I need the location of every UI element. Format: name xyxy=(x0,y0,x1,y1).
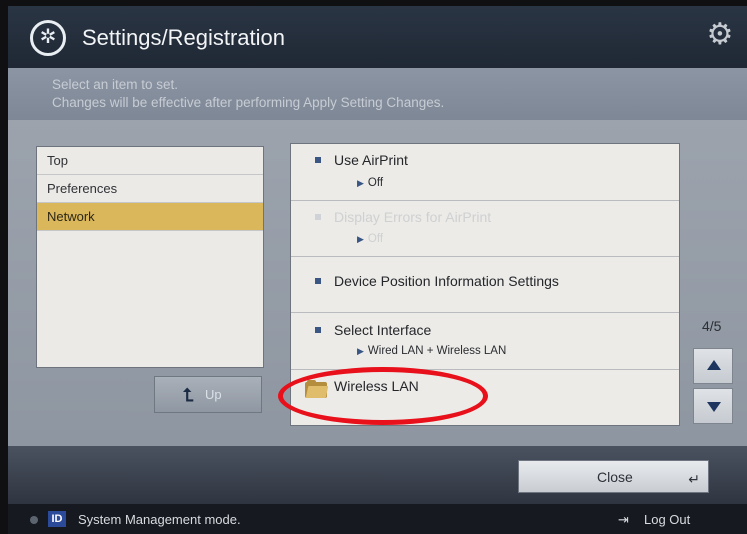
status-dot-icon xyxy=(30,516,38,524)
item-title: Use AirPrint xyxy=(334,152,408,168)
nav-item-top[interactable]: Top xyxy=(37,147,263,175)
category-nav: Top Preferences Network xyxy=(36,146,264,368)
up-button-label: Up xyxy=(205,387,222,402)
list-item-display-errors-airprint: Display Errors for AirPrint ▶ Off xyxy=(291,201,679,257)
nav-item-network[interactable]: Network xyxy=(37,203,263,231)
logout-button[interactable]: Log Out xyxy=(644,512,690,527)
instruction-banner: Select an item to set. Changes will be e… xyxy=(8,68,747,120)
bullet-icon xyxy=(315,327,321,333)
nav-item-preferences[interactable]: Preferences xyxy=(37,175,263,203)
value-arrow-icon: ▶ xyxy=(357,346,364,356)
logout-icon[interactable]: ⇥ xyxy=(618,512,629,528)
value-arrow-icon: ▶ xyxy=(357,178,364,188)
bullet-icon xyxy=(315,214,321,220)
item-value: ▶ Wired LAN + Wireless LAN xyxy=(357,345,507,357)
item-title: Device Position Information Settings xyxy=(334,273,559,289)
gear-icon[interactable]: ⚙ xyxy=(705,20,735,50)
instruction-line-1: Select an item to set. xyxy=(52,77,179,92)
up-arrow-icon: ⮤ xyxy=(183,385,194,405)
up-button[interactable]: ⮤ Up xyxy=(154,376,262,413)
close-button-label: Close xyxy=(597,469,633,485)
bullet-icon xyxy=(315,157,321,163)
mode-status-text: System Management mode. xyxy=(78,512,241,527)
id-badge-icon: ID xyxy=(48,511,66,527)
scroll-up-button[interactable] xyxy=(693,348,733,384)
scroll-down-button[interactable] xyxy=(693,388,733,424)
item-value: ▶ Off xyxy=(357,233,384,245)
instruction-line-2: Changes will be effective after performi… xyxy=(52,95,445,110)
item-title: Select Interface xyxy=(334,322,432,338)
status-bar: ID System Management mode. ⇥ Log Out xyxy=(8,504,747,534)
highlight-annotation-oval xyxy=(278,367,488,425)
list-item-select-interface[interactable]: Select Interface ▶ Wired LAN + Wireless L… xyxy=(291,313,679,370)
enter-icon: ↵ xyxy=(688,471,700,487)
header-bar: ✲ Settings/Registration ⚙ xyxy=(8,6,747,68)
settings-registration-icon: ✲ xyxy=(30,20,66,56)
page-title: Settings/Registration xyxy=(82,25,285,50)
arrow-down-icon xyxy=(707,402,721,412)
bullet-icon xyxy=(315,278,321,284)
value-arrow-icon: ▶ xyxy=(357,234,364,244)
item-title: Display Errors for AirPrint xyxy=(334,209,492,225)
list-item-use-airprint[interactable]: Use AirPrint ▶ Off xyxy=(291,144,679,201)
item-value: ▶ Off xyxy=(357,177,384,189)
arrow-up-icon xyxy=(707,360,721,370)
list-item-device-position[interactable]: Device Position Information Settings xyxy=(291,257,679,313)
close-button[interactable]: Close ↵ xyxy=(518,460,709,493)
page-indicator: 4/5 xyxy=(702,318,722,334)
